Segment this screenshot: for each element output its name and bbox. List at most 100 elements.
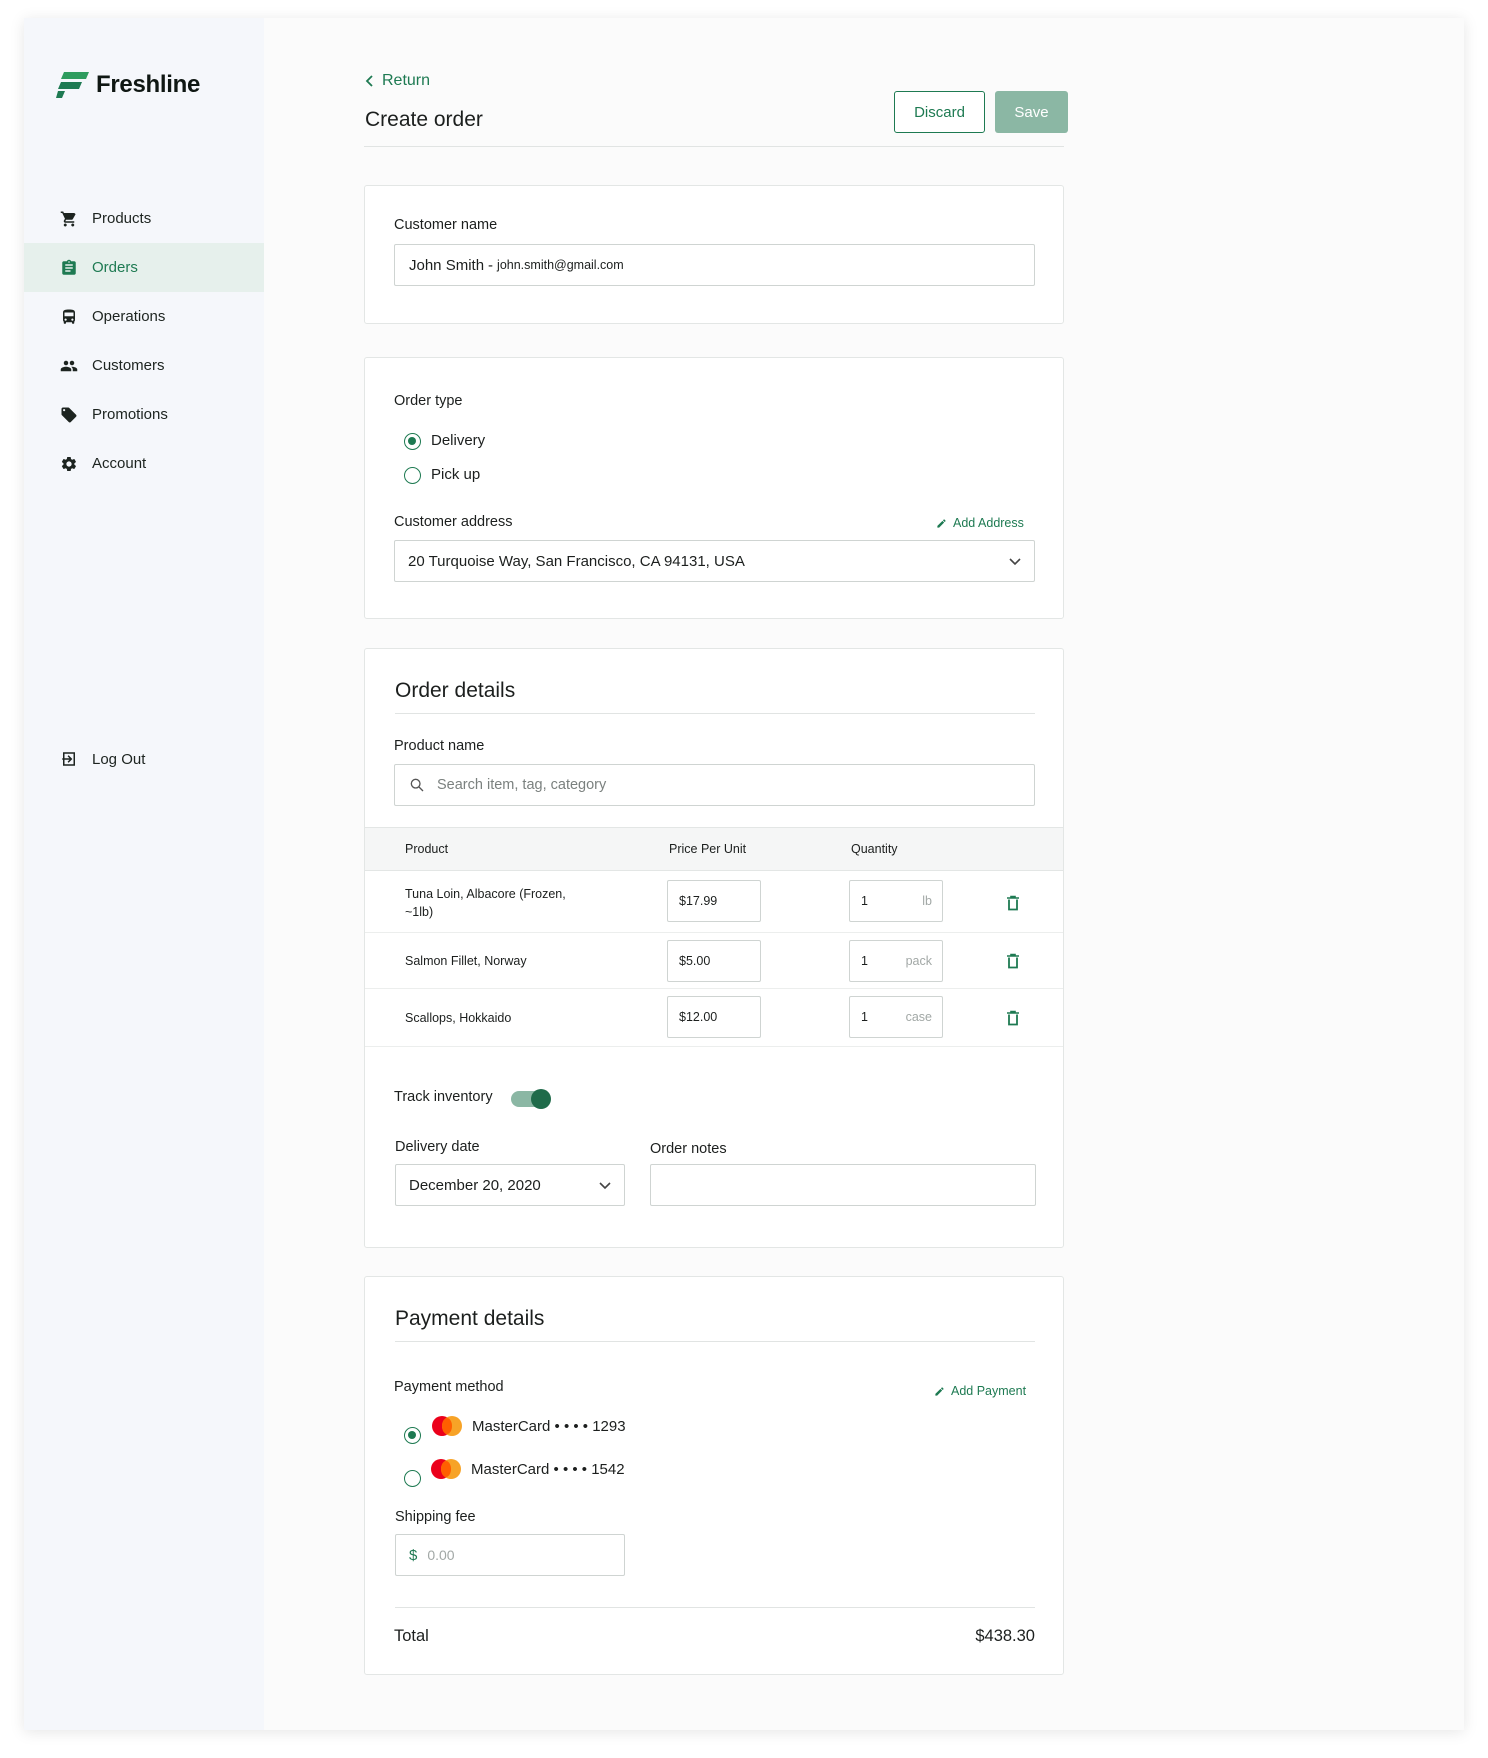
- app-window: Freshline Products Orders Operations Cus…: [24, 18, 1464, 1730]
- card-1542-label: MasterCard • • • • 1542: [471, 1461, 625, 1478]
- total-label: Total: [394, 1627, 429, 1645]
- sidebar-item-products[interactable]: Products: [24, 194, 264, 243]
- sidebar-item-label: Account: [92, 455, 147, 472]
- customer-name-value: John Smith: [409, 256, 485, 274]
- total-value: $438.30: [975, 1627, 1035, 1645]
- save-button[interactable]: Save: [995, 91, 1068, 133]
- quantity-input[interactable]: 1 case: [849, 996, 943, 1038]
- column-header-quantity: Quantity: [851, 842, 898, 856]
- add-address-link[interactable]: Add Address: [936, 516, 1024, 530]
- sidebar-item-account[interactable]: Account: [24, 439, 264, 488]
- radio-pickup[interactable]: [404, 467, 421, 484]
- unit-label: lb: [922, 894, 932, 908]
- search-icon: [410, 778, 424, 792]
- customer-name-input[interactable]: John Smith - john.smith@gmail.com: [394, 244, 1035, 286]
- price-input[interactable]: $12.00: [667, 996, 761, 1038]
- header-divider: [364, 146, 1064, 147]
- return-link[interactable]: Return: [364, 72, 430, 90]
- trash-icon[interactable]: [1006, 953, 1020, 969]
- sidebar-item-orders[interactable]: Orders: [24, 243, 264, 292]
- payment-method-label: Payment method: [394, 1379, 504, 1395]
- shipping-fee-placeholder: 0.00: [427, 1547, 455, 1563]
- track-inventory-label: Track inventory: [394, 1089, 493, 1105]
- table-header: Product Price Per Unit Quantity: [365, 827, 1063, 871]
- page-title: Create order: [365, 108, 483, 131]
- radio-pickup-label: Pick up: [431, 466, 481, 483]
- delivery-date-value: December 20, 2020: [409, 1176, 541, 1194]
- chevron-left-icon: [365, 75, 373, 87]
- sidebar-item-promotions[interactable]: Promotions: [24, 390, 264, 439]
- order-notes-input[interactable]: [650, 1164, 1036, 1206]
- sidebar-item-label: Operations: [92, 308, 166, 325]
- cart-icon: [60, 210, 78, 228]
- shipping-fee-label: Shipping fee: [395, 1509, 476, 1525]
- logout-icon: [60, 750, 78, 768]
- sidebar-item-label: Orders: [92, 259, 138, 276]
- product-cell: Scallops, Hokkaido: [405, 1011, 512, 1025]
- customer-address-value: 20 Turquoise Way, San Francisco, CA 9413…: [408, 552, 745, 570]
- add-payment-link[interactable]: Add Payment: [934, 1384, 1026, 1398]
- price-input[interactable]: $5.00: [667, 940, 761, 982]
- customer-email-value: john.smith@gmail.com: [497, 258, 624, 272]
- sidebar-item-operations[interactable]: Operations: [24, 292, 264, 341]
- customer-address-label: Customer address: [394, 514, 513, 530]
- currency-symbol: $: [409, 1546, 418, 1564]
- order-details-divider: [395, 713, 1035, 714]
- order-type-label: Order type: [394, 393, 463, 409]
- order-details-title: Order details: [395, 679, 516, 702]
- total-divider: [395, 1607, 1035, 1608]
- pencil-icon: [937, 518, 946, 528]
- sidebar-item-label: Promotions: [92, 406, 168, 423]
- unit-label: pack: [905, 954, 932, 968]
- sidebar-item-label: Customers: [92, 357, 165, 374]
- pencil-icon: [935, 1386, 944, 1396]
- sidebar-nav: Products Orders Operations Customers Pro…: [24, 194, 264, 488]
- customer-card: Customer name John Smith - john.smith@gm…: [364, 185, 1064, 324]
- trash-icon[interactable]: [1006, 895, 1020, 911]
- radio-card-1293[interactable]: [404, 1427, 421, 1444]
- product-cell: Salmon Fillet, Norway: [405, 954, 527, 968]
- people-icon: [60, 357, 78, 375]
- price-input[interactable]: $17.99: [667, 880, 761, 922]
- sidebar-item-label: Products: [92, 210, 152, 227]
- unit-label: case: [905, 1010, 932, 1024]
- order-details-card: Order details Product name Search item, …: [364, 648, 1064, 1248]
- column-header-price: Price Per Unit: [669, 842, 747, 856]
- mastercard-icon: [432, 1416, 462, 1436]
- discard-button[interactable]: Discard: [894, 91, 985, 133]
- sidebar-item-customers[interactable]: Customers: [24, 341, 264, 390]
- payment-details-title: Payment details: [395, 1307, 545, 1330]
- logout-button[interactable]: Log Out: [60, 750, 145, 768]
- mastercard-icon: [431, 1459, 461, 1479]
- product-name-label: Product name: [394, 738, 485, 754]
- logout-label: Log Out: [92, 750, 146, 768]
- gear-icon: [60, 455, 78, 473]
- track-inventory-toggle[interactable]: [511, 1089, 551, 1109]
- quantity-input[interactable]: 1 lb: [849, 880, 943, 922]
- search-placeholder: Search item, tag, category: [437, 777, 607, 793]
- customer-separator: -: [488, 256, 494, 274]
- sidebar: Freshline Products Orders Operations Cus…: [24, 18, 264, 1730]
- table-row: Salmon Fillet, Norway $5.00 1 pack: [365, 933, 1063, 989]
- column-header-product: Product: [405, 842, 449, 856]
- trash-icon[interactable]: [1006, 1010, 1020, 1026]
- bus-icon: [60, 308, 78, 326]
- customer-name-label: Customer name: [394, 217, 498, 233]
- chevron-down-icon: [599, 1182, 611, 1190]
- radio-delivery-label: Delivery: [431, 432, 486, 449]
- shipping-fee-input[interactable]: $ 0.00: [395, 1534, 625, 1576]
- chevron-down-icon: [1009, 558, 1021, 566]
- radio-delivery[interactable]: [404, 433, 421, 450]
- radio-card-1542[interactable]: [404, 1470, 421, 1487]
- card-1293-label: MasterCard • • • • 1293: [472, 1418, 626, 1435]
- tag-icon: [60, 406, 78, 424]
- freshline-logo-icon: [56, 72, 89, 98]
- quantity-input[interactable]: 1 pack: [849, 940, 943, 982]
- product-search-input[interactable]: Search item, tag, category: [394, 764, 1035, 806]
- delivery-date-select[interactable]: December 20, 2020: [395, 1164, 625, 1206]
- clipboard-icon: [60, 259, 78, 277]
- customer-address-select[interactable]: 20 Turquoise Way, San Francisco, CA 9413…: [394, 540, 1035, 582]
- table-row: Tuna Loin, Albacore (Frozen, ~1lb) $17.9…: [365, 871, 1063, 933]
- brand-logo[interactable]: Freshline: [56, 70, 200, 100]
- order-notes-label: Order notes: [650, 1141, 727, 1157]
